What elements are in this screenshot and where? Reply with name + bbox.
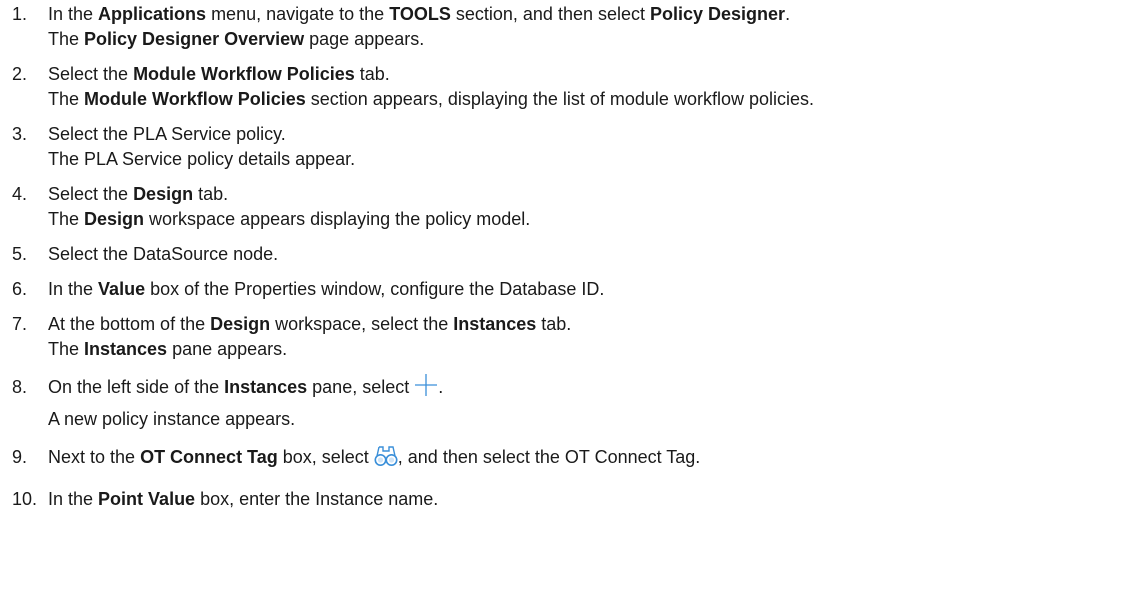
step-instruction: In the Applications menu, navigate to th… [48,2,1127,27]
step-result: A new policy instance appears. [48,409,296,429]
text: In the [48,4,99,24]
step-body: In the Applications menu, navigate to th… [48,2,1127,52]
step-instruction: In the Point Value box, enter the Instan… [48,487,1127,512]
step-body: Select the DataSource node. [48,242,1127,267]
step-7: 7. At the bottom of the Design workspace… [12,312,1127,362]
text: workspace appears displaying the policy … [144,209,531,229]
tab-name: Instances [453,314,537,334]
step-body: At the bottom of the Design workspace, s… [48,312,1127,362]
pane-name: Instances [84,339,168,359]
item-name: Policy Designer [650,4,786,24]
step-4: 4. Select the Design tab. The Design wor… [12,182,1127,232]
text: tab. [193,184,229,204]
text: . [785,4,791,24]
text: Next to the [48,447,141,467]
step-6: 6. In the Value box of the Properties wi… [12,277,1127,302]
text: The [48,339,85,359]
step-body: On the left side of the Instances pane, … [48,372,1127,432]
box-name: Value [98,279,146,299]
step-1: 1. In the Applications menu, navigate to… [12,2,1127,52]
section-name: TOOLS [389,4,451,24]
step-9: 9. Next to the OT Connect Tag box, selec… [12,442,1127,477]
step-result: The Design workspace appears displaying … [48,207,1127,232]
text: On the left side of the [48,377,225,397]
step-number: 7. [12,314,28,334]
step-2: 2. Select the Module Workflow Policies t… [12,62,1127,112]
pane-name: Instances [224,377,308,397]
step-number: 9. [12,447,28,467]
step-result: The Policy Designer Overview page appear… [48,27,1127,52]
plus-icon [414,373,438,407]
step-list: 1. In the Applications menu, navigate to… [12,2,1127,512]
text: In the [48,279,99,299]
step-instruction: Select the DataSource node. [48,244,279,264]
step-body: In the Value box of the Properties windo… [48,277,1127,302]
step-number: 8. [12,377,28,397]
tab-name: Design [133,184,194,204]
text: In the [48,489,99,509]
step-10: 10. In the Point Value box, enter the In… [12,487,1127,512]
step-body: Select the PLA Service policy. The PLA S… [48,122,1127,172]
step-body: Select the Design tab. The Design worksp… [48,182,1127,232]
text: box of the Properties window, configure … [145,279,605,299]
box-name: OT Connect Tag [140,447,278,467]
step-instruction: Select the PLA Service policy. [48,124,286,144]
step-number: 4. [12,184,28,204]
step-number: 10. [12,489,38,509]
step-instruction: Select the Design tab. [48,182,1127,207]
text: The [48,209,85,229]
text: tab. [354,64,390,84]
step-number: 1. [12,4,28,24]
workspace-name: Design [84,209,145,229]
step-body: Next to the OT Connect Tag box, select ,… [48,442,1127,477]
workspace-name: Design [210,314,271,334]
step-body: In the Point Value box, enter the Instan… [48,487,1127,512]
text: box, select [277,447,374,467]
text: menu, navigate to the [206,4,390,24]
text: section, and then select [450,4,650,24]
box-name: Point Value [98,489,196,509]
step-number: 5. [12,244,28,264]
step-result: The PLA Service policy details appear. [48,149,356,169]
page-name: Policy Designer Overview [84,29,305,49]
text: pane appears. [167,339,288,359]
tab-name: Module Workflow Policies [133,64,355,84]
step-number: 2. [12,64,28,84]
text: Select the [48,184,134,204]
text: workspace, select the [270,314,454,334]
step-number: 3. [12,124,28,144]
step-8: 8. On the left side of the Instances pan… [12,372,1127,432]
text: page appears. [304,29,425,49]
text: tab. [536,314,572,334]
text: . [438,377,444,397]
step-result: The Instances pane appears. [48,337,1127,362]
step-3: 3. Select the PLA Service policy. The PL… [12,122,1127,172]
step-instruction: At the bottom of the Design workspace, s… [48,312,1127,337]
step-instruction: Select the Module Workflow Policies tab. [48,62,1127,87]
text: box, enter the Instance name. [195,489,439,509]
step-instruction: On the left side of the Instances pane, … [48,372,1127,407]
step-5: 5. Select the DataSource node. [12,242,1127,267]
menu-name: Applications [98,4,207,24]
text: , and then select the OT Connect Tag. [397,447,701,467]
step-instruction: In the Value box of the Properties windo… [48,277,1127,302]
text: Select the [48,64,134,84]
step-body: Select the Module Workflow Policies tab.… [48,62,1127,112]
text: At the bottom of the [48,314,211,334]
text: The [48,89,85,109]
procedure: 1. In the Applications menu, navigate to… [0,0,1127,512]
section-name: Module Workflow Policies [84,89,306,109]
step-number: 6. [12,279,28,299]
step-instruction: Next to the OT Connect Tag box, select ,… [48,442,1127,477]
binoculars-icon [374,445,398,477]
text: The [48,29,85,49]
step-result: The Module Workflow Policies section app… [48,87,1127,112]
text: section appears, displaying the list of … [305,89,814,109]
text: pane, select [307,377,415,397]
